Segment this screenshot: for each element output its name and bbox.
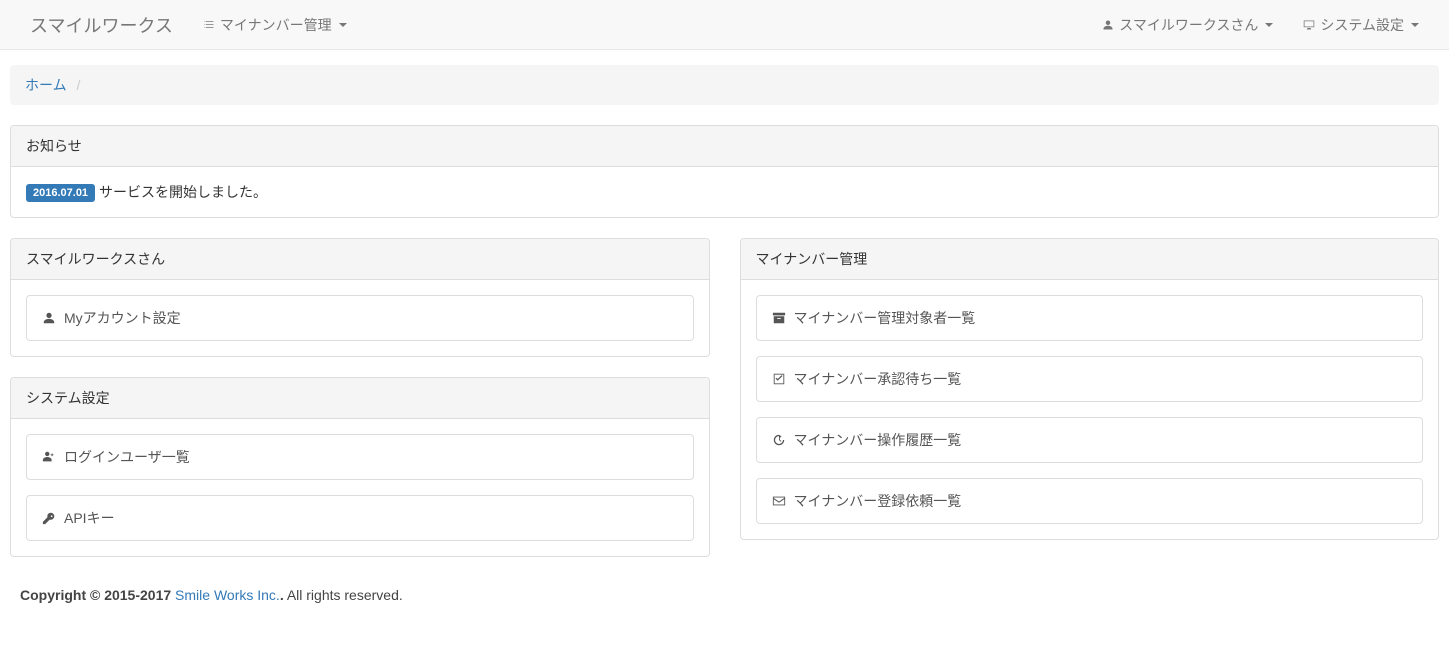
notice-panel-body: 2016.07.01 サービスを開始しました。 <box>11 167 1438 217</box>
breadcrumb: ホーム / <box>10 65 1439 105</box>
account-panel-body: Myアカウント設定 <box>11 280 709 356</box>
notice-date-badge: 2016.07.01 <box>26 184 95 202</box>
notice-message: サービスを開始しました。 <box>99 184 267 200</box>
breadcrumb-home[interactable]: ホーム <box>25 77 67 93</box>
footer-company-link[interactable]: Smile Works Inc. <box>175 587 280 603</box>
main-container: ホーム / お知らせ 2016.07.01 サービスを開始しました。 スマイルワ… <box>0 50 1449 638</box>
footer-copyright-prefix: Copyright © 2015-2017 <box>20 587 175 603</box>
account-panel: スマイルワークスさん Myアカウント設定 <box>10 238 710 357</box>
notice-panel: お知らせ 2016.07.01 サービスを開始しました。 <box>10 125 1439 218</box>
api-key-label: APIキー <box>64 508 115 528</box>
breadcrumb-separator: / <box>70 77 86 93</box>
nav-mynumber-dropdown[interactable]: マイナンバー管理 <box>188 0 362 50</box>
check-square-icon <box>772 372 786 386</box>
mynumber-history-link[interactable]: マイナンバー操作履歴一覧 <box>756 417 1424 463</box>
login-users-link[interactable]: ログインユーザ一覧 <box>26 434 694 480</box>
key-icon <box>42 511 56 525</box>
notice-panel-title: お知らせ <box>11 126 1438 167</box>
api-key-link[interactable]: APIキー <box>26 495 694 541</box>
left-column: スマイルワークスさん Myアカウント設定 システム設定 ログインユーザ一覧 <box>10 238 710 577</box>
caret-down-icon <box>1265 23 1273 27</box>
mynumber-targets-label: マイナンバー管理対象者一覧 <box>794 308 976 328</box>
login-users-label: ログインユーザ一覧 <box>64 447 190 467</box>
footer: Copyright © 2015-2017 Smile Works Inc.. … <box>10 577 1439 623</box>
nav-user-label: スマイルワークスさん <box>1119 15 1258 35</box>
monitor-icon <box>1303 19 1315 31</box>
system-settings-panel-title: システム設定 <box>11 378 709 419</box>
nav-user-dropdown[interactable]: スマイルワークスさん <box>1087 0 1288 50</box>
mynumber-panel-title: マイナンバー管理 <box>741 239 1439 280</box>
myaccount-settings-label: Myアカウント設定 <box>64 308 181 328</box>
navbar-left: スマイルワークス マイナンバー管理 <box>15 0 362 53</box>
right-column: マイナンバー管理 マイナンバー管理対象者一覧 マイナンバー承認待ち一覧 マイナン… <box>740 238 1440 577</box>
nav-mynumber-label: マイナンバー管理 <box>220 15 332 35</box>
caret-down-icon <box>1411 23 1419 27</box>
myaccount-settings-link[interactable]: Myアカウント設定 <box>26 295 694 341</box>
mynumber-history-label: マイナンバー操作履歴一覧 <box>794 430 962 450</box>
mynumber-panel: マイナンバー管理 マイナンバー管理対象者一覧 マイナンバー承認待ち一覧 マイナン… <box>740 238 1440 540</box>
mynumber-panel-body: マイナンバー管理対象者一覧 マイナンバー承認待ち一覧 マイナンバー操作履歴一覧 … <box>741 280 1439 539</box>
archive-icon <box>772 311 786 325</box>
panels-row: スマイルワークスさん Myアカウント設定 システム設定 ログインユーザ一覧 <box>10 238 1439 577</box>
system-settings-panel-body: ログインユーザ一覧 APIキー <box>11 419 709 556</box>
navbar-right: スマイルワークスさん システム設定 <box>1087 0 1434 50</box>
mynumber-pending-link[interactable]: マイナンバー承認待ち一覧 <box>756 356 1424 402</box>
account-panel-title: スマイルワークスさん <box>11 239 709 280</box>
user-plus-icon <box>42 450 56 464</box>
user-icon <box>42 311 56 325</box>
mynumber-requests-label: マイナンバー登録依頼一覧 <box>794 491 962 511</box>
footer-suffix: All rights reserved. <box>284 587 403 603</box>
brand[interactable]: スマイルワークス <box>15 0 188 53</box>
caret-down-icon <box>339 23 347 27</box>
envelope-icon <box>772 494 786 508</box>
list-icon <box>203 19 215 31</box>
navbar: スマイルワークス マイナンバー管理 スマイルワークスさん システム設定 <box>0 0 1449 50</box>
mynumber-requests-link[interactable]: マイナンバー登録依頼一覧 <box>756 478 1424 524</box>
mynumber-targets-link[interactable]: マイナンバー管理対象者一覧 <box>756 295 1424 341</box>
system-settings-panel: システム設定 ログインユーザ一覧 APIキー <box>10 377 710 557</box>
mynumber-pending-label: マイナンバー承認待ち一覧 <box>794 369 962 389</box>
user-icon <box>1102 19 1114 31</box>
history-icon <box>772 433 786 447</box>
nav-system-settings-label: システム設定 <box>1320 15 1404 35</box>
nav-system-settings-dropdown[interactable]: システム設定 <box>1288 0 1434 50</box>
